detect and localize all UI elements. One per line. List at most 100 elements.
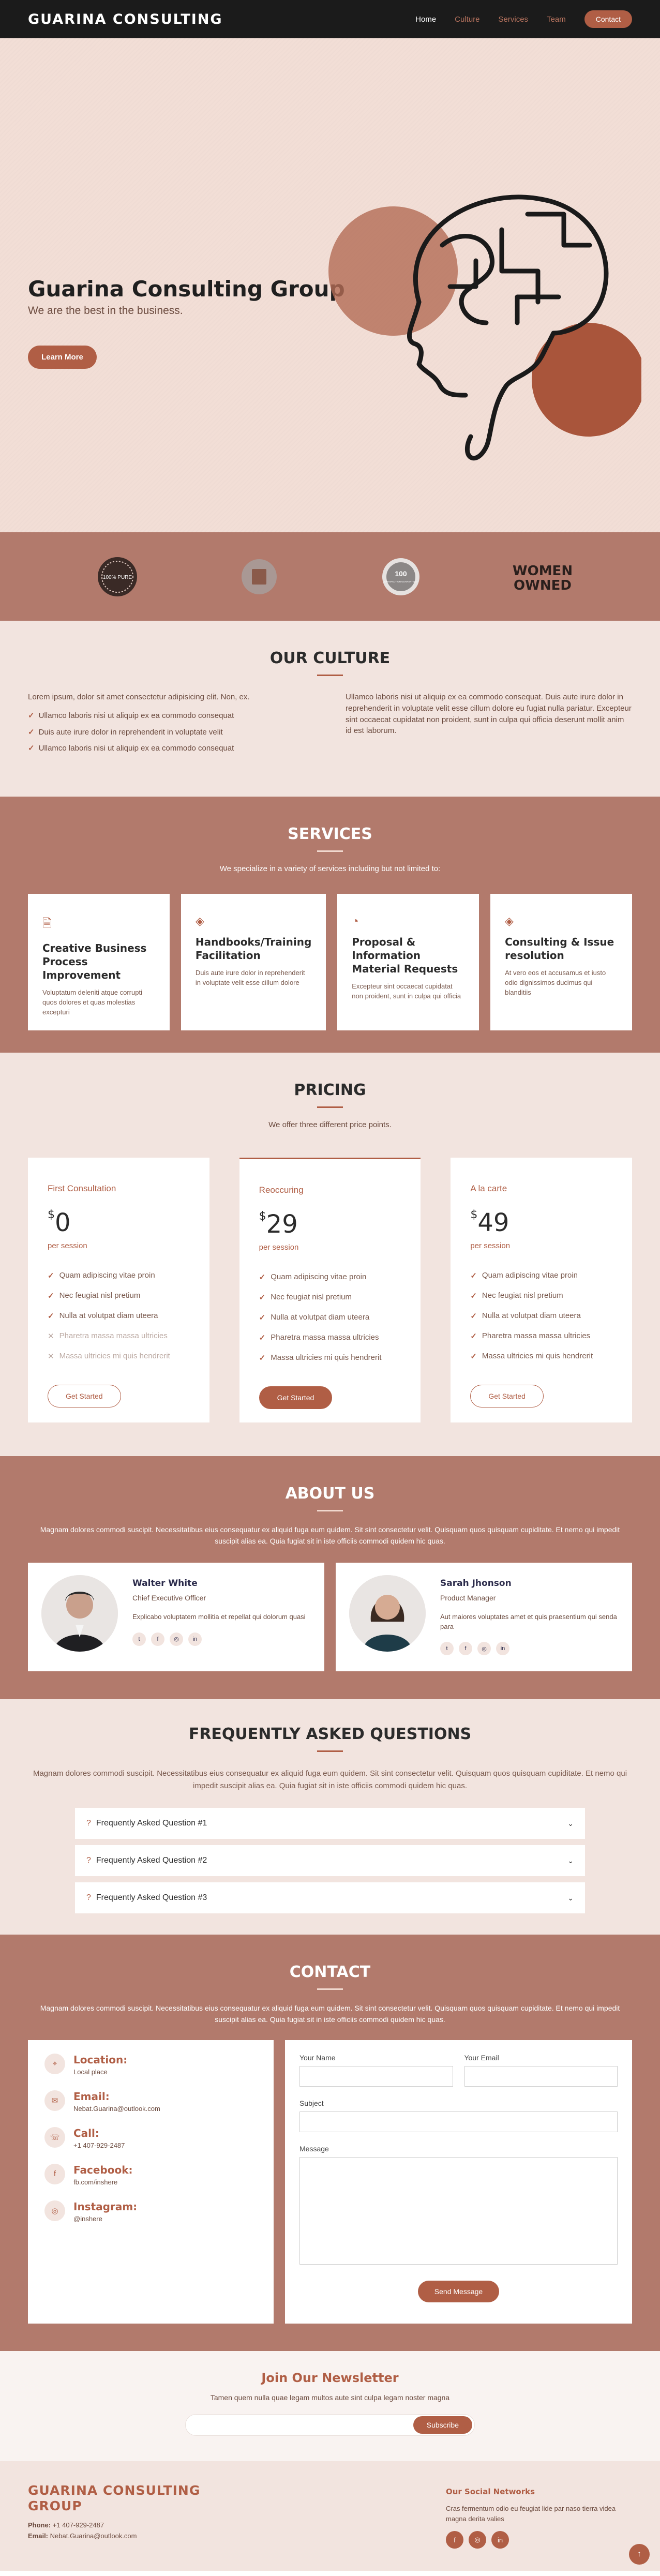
service-card[interactable]: ◈ Handbooks/Training Facilitation Duis a… [181,894,326,1030]
feature-item-disabled: ✕ Pharetra massa massa ultricies [48,1331,168,1341]
newsletter-title: Join Our Newsletter [261,2371,399,2385]
feature-item: ✓ Nec feugiat nisl pretium [259,1293,352,1302]
nav-contact-button[interactable]: Contact [584,10,632,28]
check-icon: ✓ [470,1352,477,1361]
chevron-down-icon[interactable]: ⌄ [567,1819,574,1828]
service-card[interactable]: 🗎 Creative Business Process Improvement … [28,894,170,1030]
title-divider [317,1750,343,1752]
nav-home[interactable]: Home [415,15,436,24]
info-location: ⌖ Location: Local place [44,2053,257,2076]
info-value[interactable]: +1 407-929-2487 [73,2141,125,2149]
nav-culture[interactable]: Culture [455,15,479,24]
badge-4-line1: WOMEN [513,563,573,579]
head-illustration [328,194,641,461]
feature-list: ✓ Quam adipiscing vitae proin ✓ Nec feugia… [259,1272,401,1362]
client-logo-4: WOMEN OWNED [501,553,584,600]
email-field[interactable] [464,2065,618,2087]
faq-question: Frequently Asked Question #3 [96,1893,207,1902]
site-logo[interactable]: GUARINA CONSULTING [28,11,223,27]
phone-icon: ☏ [44,2126,65,2148]
back-to-top-button[interactable]: ↑ [629,2544,650,2565]
check-icon: ✓ [470,1332,477,1341]
facebook-icon[interactable]: f [459,1642,472,1656]
twitter-icon[interactable]: t [440,1642,454,1656]
pricing-section: PRICING We offer three different price p… [0,1053,660,1456]
member-role: Product Manager [440,1593,496,1602]
question-circle-icon: ? [86,1856,91,1865]
price-card-reoccuring: Reoccuring $29 per session ✓ Quam adipisc… [239,1158,421,1422]
service-card[interactable]: ◈ Consulting & Issue resolution At vero … [490,894,632,1030]
faq-item[interactable]: ? Frequently Asked Question #3 ⌄ [75,1882,585,1913]
send-message-button[interactable]: Send Message [417,2280,500,2302]
instagram-icon[interactable]: ◎ [477,1642,491,1656]
client-logo-1: 100% PURE [76,553,159,600]
plan-period: per session [470,1241,511,1250]
info-instagram: ◎ Instagram: @inshere [44,2200,257,2223]
feature-item: ✓ Nulla at volutpat diam uteera [470,1311,581,1321]
facebook-icon[interactable]: f [151,1632,164,1646]
get-started-button[interactable]: Get Started [259,1386,333,1409]
check-icon: ✓ [48,1312,54,1321]
message-field[interactable] [299,2156,618,2265]
plan-name: Reoccuring [259,1185,304,1195]
service-title: Proposal & Information Material Requests [352,936,458,975]
faq-question: Frequently Asked Question #2 [96,1856,207,1865]
newsletter-email-input[interactable] [194,2421,413,2429]
plan-period: per session [48,1241,87,1250]
nav-team[interactable]: Team [547,15,566,24]
get-started-button[interactable]: Get Started [470,1385,544,1407]
contact-subtitle: Magnam dolores commodi suscipit. Necessi… [40,2004,620,2024]
instagram-icon[interactable]: ◎ [469,2531,486,2549]
chevron-down-icon[interactable]: ⌄ [567,1856,574,1865]
title-divider [317,850,343,852]
info-facebook: f Facebook: fb.com/inshere [44,2163,257,2186]
instagram-icon: ◎ [44,2200,65,2221]
learn-more-button[interactable]: Learn More [28,346,97,369]
info-value[interactable]: fb.com/inshere [73,2178,133,2186]
title-divider [317,1988,343,1990]
service-text: At vero eos et accusamus et iusto odio d… [505,969,606,996]
plan-price: $29 [259,1210,298,1239]
title-divider [317,1510,343,1511]
linkedin-icon[interactable]: in [496,1642,509,1656]
instagram-icon[interactable]: ◎ [170,1632,183,1646]
contact-form: Your Name Your Email Subject Message Sen… [285,2040,632,2324]
faq-subtitle: Magnam dolores commodi suscipit. Necessi… [33,1769,627,1790]
faq-title: FREQUENTLY ASKED QUESTIONS [188,1725,472,1743]
twitter-icon[interactable]: t [132,1632,146,1646]
team-member-card: Walter White Chief Executive Officer Exp… [28,1562,324,1671]
subject-field[interactable] [299,2111,618,2132]
client-logo-3: 100 SATISFACTION GUARANTEED [359,553,442,600]
info-value[interactable]: Nebat.Guarina@outlook.com [73,2105,160,2113]
info-label: Call: [73,2126,99,2139]
check-icon: ✓ [470,1292,477,1300]
nav-services[interactable]: Services [499,15,529,24]
linkedin-icon[interactable]: in [188,1632,202,1646]
footer-brand-name: GUARINA CONSULTING GROUP [28,2483,201,2513]
check-icon: ✓ [470,1312,477,1321]
facebook-icon[interactable]: f [446,2531,463,2549]
service-card[interactable]: ◔ Proposal & Information Material Reques… [337,894,479,1030]
service-title: Consulting & Issue resolution [505,936,614,962]
info-value[interactable]: @inshere [73,2215,137,2223]
linkedin-icon[interactable]: in [491,2531,509,2549]
newsletter-form: Subscribe [185,2414,475,2436]
newsletter-text: Tamen quem nulla quae legam multos aute … [210,2393,450,2402]
feature-item: ✓ Quam adipiscing vitae proin [48,1271,155,1280]
get-started-button[interactable]: Get Started [48,1385,121,1407]
avatar [41,1575,118,1652]
faq-item[interactable]: ? Frequently Asked Question #2 ⌄ [75,1845,585,1876]
footer-contact: Phone: +1 407-929-2487 Email: Nebat.Guar… [28,2521,137,2540]
feature-item: ✓ Massa ultricies mi quis hendrerit [259,1353,382,1362]
info-label: Instagram: [73,2200,138,2213]
check-icon: ✓ [48,1271,54,1280]
list-item: ✓ Ullamco laboris nisi ut aliquip ex ea c… [28,743,314,754]
faq-item[interactable]: ? Frequently Asked Question #1 ⌄ [75,1808,585,1839]
map-pin-icon: ⌖ [44,2053,65,2074]
subscribe-button[interactable]: Subscribe [413,2416,472,2434]
name-field[interactable] [299,2065,453,2087]
feature-item: ✓ Nulla at volutpat diam uteera [48,1311,158,1321]
badge-4-line2: OWNED [514,578,572,593]
chevron-down-icon[interactable]: ⌄ [567,1894,574,1903]
main-nav: Home Culture Services Team Contact [415,10,632,28]
